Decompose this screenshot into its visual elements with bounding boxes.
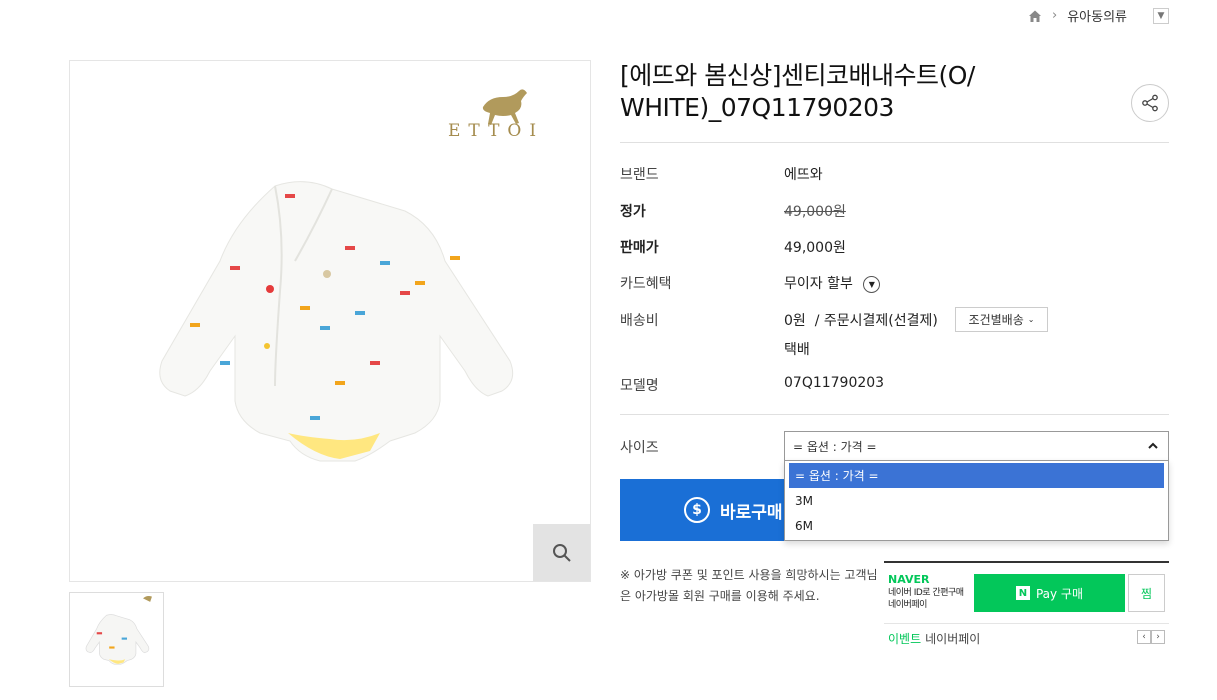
zoom-button[interactable] [533, 524, 590, 581]
buy-now-label: 바로구매 [720, 502, 783, 523]
chevron-down-icon[interactable]: ▼ [1153, 7, 1169, 24]
event-text: 네이버페이 [925, 632, 981, 646]
naver-wish-button[interactable]: 찜 [1128, 574, 1165, 612]
sale-price-value: 49,000원 [784, 240, 846, 256]
size-option[interactable]: 6M [789, 513, 1164, 538]
shipping-method: 택배 [784, 342, 810, 358]
naver-pay-desc-line2: 네이버페이 [888, 600, 927, 610]
chevron-up-icon [1148, 442, 1158, 449]
size-label: 사이즈 [620, 440, 659, 456]
product-main-image: ETTOI [69, 60, 591, 582]
size-select[interactable]: = 옵션 : 가격 = [784, 431, 1169, 461]
share-button[interactable] [1131, 84, 1169, 122]
size-option[interactable]: = 옵션 : 가격 = [789, 463, 1164, 488]
coupon-notice: ※ 아가방 쿠폰 및 포인트 사용을 희망하시는 고객님은 아가방몰 회원 구매… [620, 568, 878, 603]
breadcrumb: › 유아동의류 ▼ [1028, 6, 1169, 25]
list-price-label: 정가 [620, 204, 646, 220]
divider [884, 623, 1169, 624]
breadcrumb-category[interactable]: 유아동의류 [1067, 6, 1127, 25]
chevron-down-icon[interactable]: ▼ [863, 275, 881, 293]
naver-event[interactable]: 이벤트 네이버페이 [888, 630, 980, 647]
share-icon [1142, 94, 1158, 112]
size-options-list: = 옵션 : 가격 = 3M 6M [784, 460, 1169, 541]
conditional-shipping-label: 조건별배송 [968, 313, 1024, 327]
sale-price-label: 판매가 [620, 240, 659, 256]
card-benefit: 무이자 할부 ▼ [784, 273, 881, 293]
card-benefit-value: 무이자 할부 [784, 276, 853, 292]
magnifier-icon [552, 543, 571, 562]
naver-logo: NAVER [888, 573, 930, 586]
naver-n-icon: N [1015, 586, 1030, 600]
naver-pay-buy-label: Pay 구매 [1035, 586, 1084, 601]
product-thumbnail[interactable] [69, 592, 164, 687]
list-price-value: 49,000원 [784, 204, 846, 220]
home-icon[interactable] [1028, 9, 1042, 23]
dollar-icon: $ [684, 497, 710, 523]
brand-value: 에뜨와 [784, 167, 823, 183]
conditional-shipping-button[interactable]: 조건별배송 ⌄ [955, 307, 1048, 332]
brand-logo-text: ETTOI [448, 121, 544, 141]
product-title: [에뜨와 봄신상]센티코배내수트(O/ WHITE)_07Q11790203 [620, 61, 975, 122]
naver-pay-desc-line1: 네이버 ID로 간편구매 [888, 588, 964, 598]
divider [620, 142, 1169, 143]
divider [620, 414, 1169, 415]
naver-pay-description: 네이버 ID로 간편구매 네이버페이 [888, 587, 964, 611]
size-option[interactable]: 3M [789, 488, 1164, 513]
chevron-left-icon[interactable]: ‹ [1137, 630, 1151, 644]
naver-pay-panel: NAVER 네이버 ID로 간편구매 네이버페이 N Pay 구매 찜 이벤트 네… [884, 561, 1169, 649]
product-illustration: ETTOI [159, 89, 544, 462]
chevron-right-icon[interactable]: › [1151, 630, 1165, 644]
brand-label: 브랜드 [620, 167, 659, 183]
card-benefit-label: 카드혜택 [620, 276, 672, 292]
event-pager: ‹ › [1137, 630, 1165, 644]
model-label: 모델명 [620, 378, 659, 394]
event-tag: 이벤트 [888, 632, 922, 646]
shipping-value: 0원 / 주문시결제(선결제) [784, 313, 938, 329]
naver-pay-buy-button[interactable]: N Pay 구매 [974, 574, 1125, 612]
chevron-right-icon: › [1051, 8, 1058, 23]
shipping-label: 배송비 [620, 313, 659, 329]
model-value: 07Q11790203 [784, 375, 885, 391]
chevron-down-icon: ⌄ [1027, 315, 1035, 324]
size-select-value: = 옵션 : 가격 = [793, 440, 877, 454]
